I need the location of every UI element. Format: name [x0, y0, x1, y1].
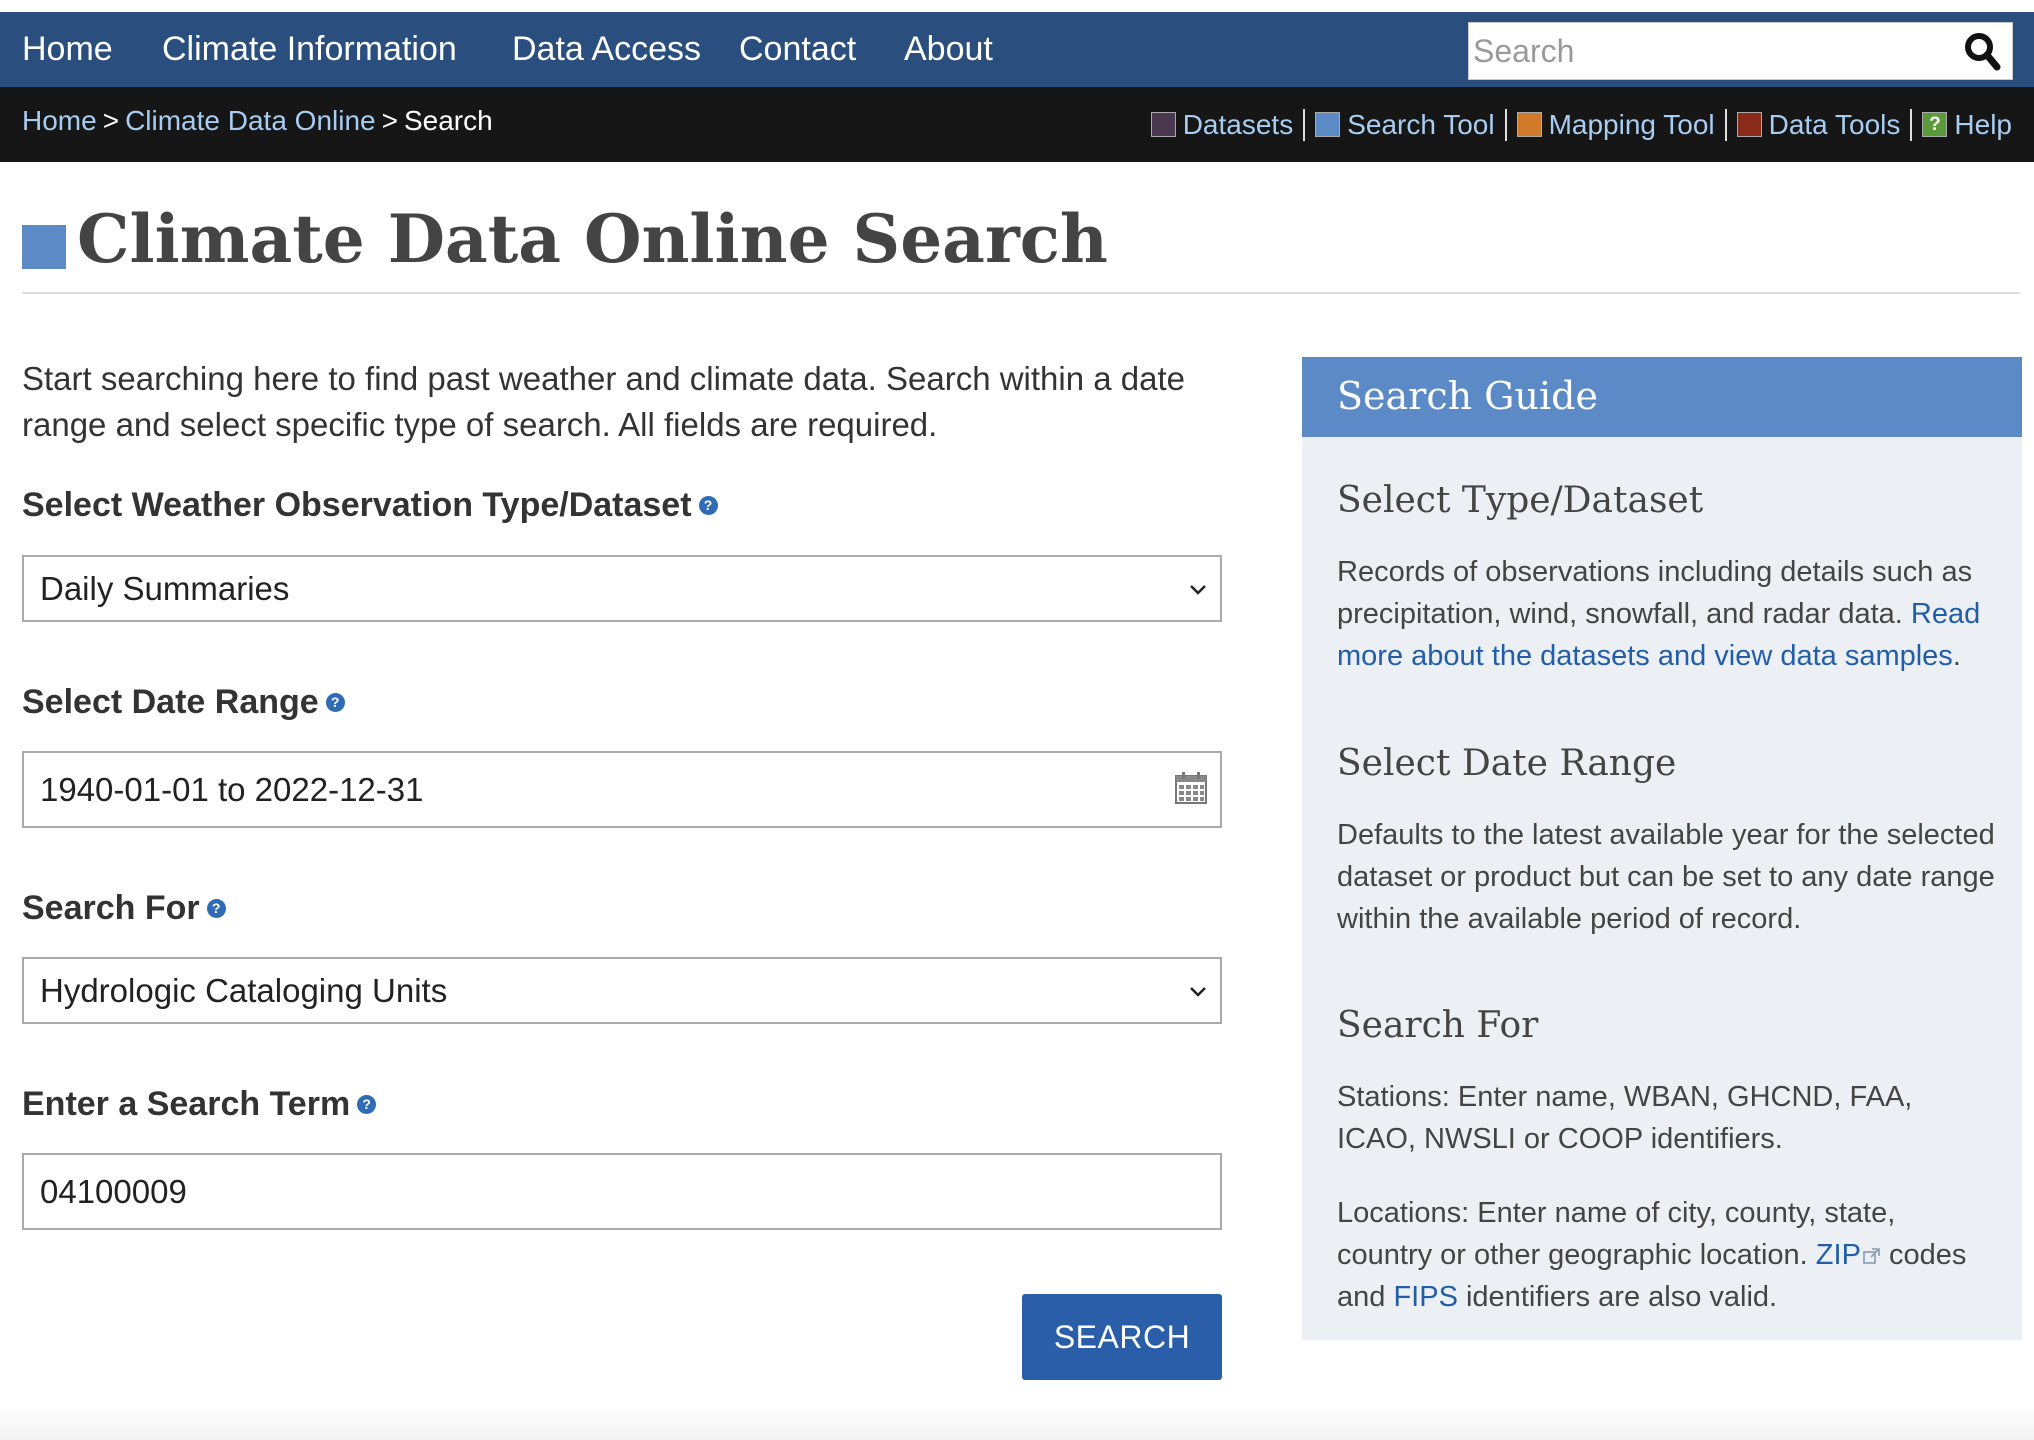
- chevron-down-icon: [1190, 987, 1206, 997]
- tool-search-tool[interactable]: Search Tool: [1315, 108, 1495, 141]
- guide-locations-text: Locations: Enter name of city, county, s…: [1337, 1192, 1997, 1318]
- nav-contact[interactable]: Contact: [739, 12, 856, 87]
- tool-label: Data Tools: [1768, 108, 1901, 140]
- help-icon[interactable]: ?: [206, 899, 226, 918]
- tool-mapping-tool[interactable]: Mapping Tool: [1516, 108, 1715, 141]
- search-for-value: Hydrologic Cataloging Units: [40, 972, 448, 1009]
- secondary-bar: Home > Climate Data Online > Search Datasets…: [0, 87, 2034, 162]
- chevron-down-icon: [1190, 585, 1206, 595]
- search-term-label: Enter a Search Term ?: [22, 1085, 377, 1124]
- intro-text: Start searching here to find past weathe…: [22, 360, 1186, 443]
- page-title: Climate Data Online Search: [77, 200, 1108, 278]
- nav-climate-information[interactable]: Climate Information: [162, 12, 457, 87]
- nav-data-access[interactable]: Data Access: [512, 12, 701, 87]
- dataset-label-text: Select Weather Observation Type/Dataset: [22, 486, 692, 524]
- datasets-icon: [1150, 112, 1176, 137]
- external-link-icon: [1863, 1248, 1880, 1264]
- search-guide-header: Search Guide: [1302, 357, 2022, 437]
- tool-links: Datasets Search Tool Mapping Tool Data T…: [1150, 87, 2012, 162]
- guide-identifiers-text: identifiers are also valid.: [1465, 1281, 1778, 1313]
- search-button[interactable]: SEARCH: [1022, 1294, 1222, 1380]
- breadcrumb-climate-data-online[interactable]: Climate Data Online: [125, 105, 376, 136]
- zip-link[interactable]: ZIP: [1816, 1239, 1861, 1271]
- nav-home[interactable]: Home: [22, 12, 113, 87]
- breadcrumb-home[interactable]: Home: [22, 105, 97, 136]
- guide-type-description: Records of observations including detail…: [1337, 556, 1973, 630]
- breadcrumb-current: Search: [403, 105, 493, 136]
- breadcrumb: Home > Climate Data Online > Search: [22, 87, 493, 162]
- site-search-input[interactable]: [1471, 23, 1951, 79]
- dataset-select-value: Daily Summaries: [40, 570, 290, 607]
- tool-datasets[interactable]: Datasets: [1150, 108, 1294, 141]
- divider: [22, 292, 2020, 294]
- tool-data-tools[interactable]: Data Tools: [1736, 108, 1901, 141]
- guide-date-heading: Select Date Range: [1337, 743, 1677, 784]
- top-navigation: Home Climate Information Data Access Con…: [0, 12, 2034, 87]
- dataset-select[interactable]: Daily Summaries: [22, 555, 1222, 622]
- search-term-value: 04100009: [40, 1173, 187, 1210]
- help-icon[interactable]: ?: [357, 1095, 377, 1114]
- help-icon[interactable]: ?: [698, 496, 718, 515]
- guide-locations-description: Locations: Enter name of city, county, s…: [1337, 1197, 1896, 1271]
- tool-help[interactable]: ? Help: [1922, 109, 2012, 141]
- mapping-tool-icon: [1516, 112, 1542, 137]
- divider: [1504, 108, 1507, 141]
- tool-label: Help: [1954, 108, 2012, 140]
- guide-type-text: Records of observations including detail…: [1337, 551, 1997, 677]
- data-tools-icon: [1736, 112, 1762, 137]
- search-for-select[interactable]: Hydrologic Cataloging Units: [22, 957, 1222, 1024]
- guide-date-text: Defaults to the latest available year fo…: [1337, 819, 1995, 935]
- guide-stations-text: Stations: Enter name, WBAN, GHCND, FAA, …: [1337, 1081, 1913, 1155]
- guide-type-heading: Select Type/Dataset: [1337, 480, 1704, 521]
- dataset-label: Select Weather Observation Type/Dataset …: [22, 486, 718, 525]
- guide-search-heading: Search For: [1337, 1005, 1539, 1046]
- search-guide: Search Guide Select Type/Dataset Records…: [1302, 357, 2022, 1340]
- divider: [1303, 108, 1306, 141]
- search-for-label-text: Search For: [22, 889, 200, 927]
- nav-about[interactable]: About: [904, 12, 993, 87]
- tool-label: Search Tool: [1347, 108, 1495, 140]
- title-square-icon: [22, 225, 66, 269]
- breadcrumb-separator: >: [102, 105, 120, 136]
- tool-label: Datasets: [1182, 108, 1294, 140]
- calendar-icon[interactable]: [1174, 771, 1208, 805]
- divider: [1910, 108, 1913, 141]
- date-range-input[interactable]: 1940-01-01 to 2022-12-31: [22, 751, 1222, 828]
- divider: [1724, 108, 1727, 141]
- search-term-label-text: Enter a Search Term: [22, 1085, 351, 1123]
- help-icon: ?: [1922, 112, 1948, 137]
- help-icon[interactable]: ?: [325, 693, 345, 712]
- period: .: [1952, 640, 1961, 672]
- search-icon[interactable]: [1960, 29, 2006, 75]
- fips-link[interactable]: FIPS: [1393, 1281, 1457, 1313]
- breadcrumb-separator: >: [381, 105, 398, 136]
- date-range-value: 1940-01-01 to 2022-12-31: [40, 771, 424, 808]
- search-guide-title: Search Guide: [1337, 374, 1598, 418]
- page-bottom-edge: [0, 1404, 2034, 1440]
- date-range-label-text: Select Date Range: [22, 683, 319, 721]
- search-term-input[interactable]: 04100009: [22, 1153, 1222, 1230]
- search-tool-icon: [1315, 112, 1341, 137]
- tool-label: Mapping Tool: [1548, 108, 1715, 140]
- site-search: [1468, 22, 2013, 80]
- search-for-label: Search For ?: [22, 889, 226, 928]
- date-range-label: Select Date Range ?: [22, 683, 345, 722]
